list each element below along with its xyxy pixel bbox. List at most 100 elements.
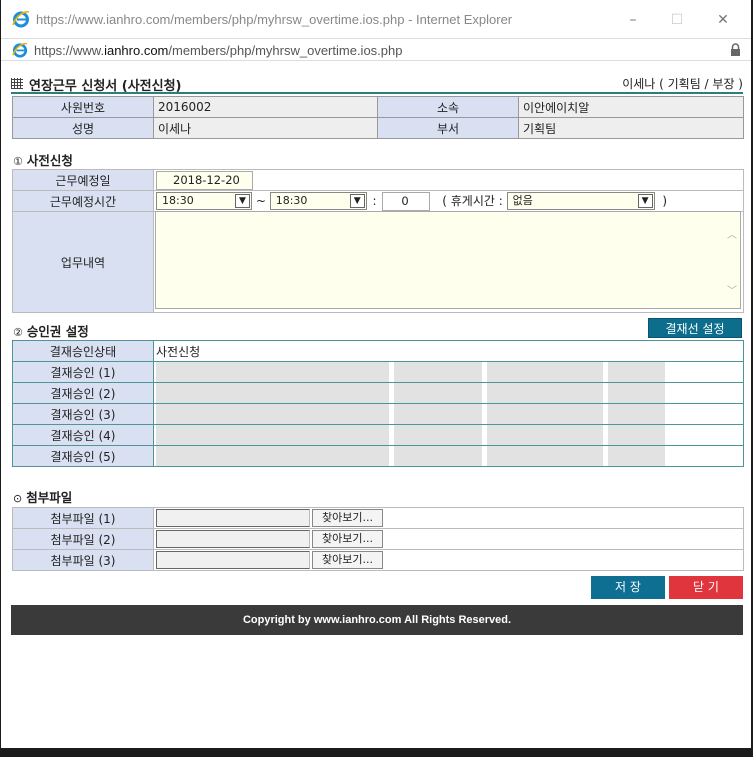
section-title: 첨부파일 — [26, 490, 73, 505]
approver-label: 결재승인 (4) — [12, 424, 154, 446]
approver-name-field — [156, 425, 389, 445]
approver-row: 결재승인 (5) — [12, 445, 744, 467]
user-info: 이세나 ( 기획팀 / 부장 ) — [622, 77, 743, 91]
attachment-row: 첨부파일 (2) 찾아보기... — [12, 528, 744, 550]
approver-date-field — [487, 362, 603, 382]
table-row: 성명 이세나 부서 기획팀 — [12, 117, 744, 139]
page-title: 연장근무 신청서 (사전신청) — [29, 79, 182, 94]
approver-row: 결재승인 (4) — [12, 424, 744, 446]
browser-window: https://www.ianhro.com/members/php/myhrs… — [0, 0, 752, 757]
colon-separator: : — [372, 193, 377, 208]
chevron-down-icon: ▼ — [637, 194, 653, 208]
chevron-down-icon[interactable]: ﹀ — [727, 282, 737, 297]
lock-icon — [731, 43, 740, 56]
approver-row: 결재승인 (1) — [12, 361, 744, 383]
grid-icon — [11, 78, 23, 89]
address-bar[interactable]: https://www.ianhro.com/members/php/myhrs… — [1, 38, 751, 61]
approver-date-field — [487, 425, 603, 445]
file-path-input[interactable] — [156, 551, 310, 569]
browse-button[interactable]: 찾아보기... — [312, 551, 383, 569]
approver-date-field — [487, 404, 603, 424]
break-time-select[interactable]: 없음 ▼ — [506, 192, 655, 210]
start-time-value: 18:30 — [162, 194, 194, 207]
maximize-button[interactable]: ☐ — [667, 10, 687, 30]
attachment-table: 첨부파일 (1) 찾아보기... 첨부파일 (2) 찾아보기... 첨부파일 (… — [12, 507, 744, 571]
approver-position-field — [394, 362, 482, 382]
url-path: /members/php/myhrsw_overtime.ios.php — [168, 43, 403, 58]
file-path-input[interactable] — [156, 530, 310, 548]
attachment-label: 첨부파일 (3) — [12, 549, 154, 571]
table-row: 근무예정일 2018-12-20 — [12, 169, 744, 191]
window-frame: https://www.ianhro.com/members/php/myhrs… — [1, 0, 751, 748]
url-host: ianhro.com — [104, 43, 169, 58]
work-content-textarea[interactable]: ︿ ﹀ — [155, 211, 741, 309]
chevron-up-icon[interactable]: ︿ — [727, 226, 737, 241]
section-advance-request: ① 사전신청 — [13, 150, 73, 169]
attachment-label: 첨부파일 (1) — [12, 507, 154, 529]
approver-row: 결재승인 (2) — [12, 382, 744, 404]
approver-label: 결재승인 (5) — [12, 445, 154, 467]
chevron-down-icon: ▼ — [349, 194, 365, 208]
section-number: ① — [13, 155, 23, 168]
title-bar: https://www.ianhro.com/members/php/myhrs… — [1, 0, 751, 38]
approval-table: 결재승인상태 사전신청 결재승인 (1) 결재승인 (2) 결재승인 (3) 결… — [12, 340, 744, 467]
approver-status-field — [608, 362, 665, 382]
approver-status-field — [608, 425, 665, 445]
approver-name-field — [156, 362, 389, 382]
approver-position-field — [394, 383, 482, 403]
approval-line-button[interactable]: 결재선 설정 — [648, 318, 742, 338]
name-value: 이세나 — [153, 117, 378, 139]
internet-explorer-icon — [12, 11, 30, 28]
team-label: 부서 — [377, 117, 519, 139]
attachment-row: 첨부파일 (1) 찾아보기... — [12, 507, 744, 529]
start-time-select[interactable]: 18:30 ▼ — [156, 192, 252, 210]
approver-status-field — [608, 404, 665, 424]
approval-status-value: 사전신청 — [153, 340, 744, 362]
employee-info-table: 사원번호 2016002 소속 이안에이치알 성명 이세나 부서 기획팀 — [12, 96, 744, 139]
close-button[interactable]: 닫 기 — [669, 576, 743, 599]
table-row: 근무예정시간 18:30 ▼ ~ 18:30 ▼ : 0 ( 휴게시간 : 없음 ▼ … — [12, 190, 744, 212]
approver-name-field — [156, 404, 389, 424]
team-value: 기획팀 — [518, 117, 744, 139]
textarea-scrollbar[interactable]: ︿ ﹀ — [724, 212, 740, 308]
window-title: https://www.ianhro.com/members/php/myhrs… — [36, 12, 513, 27]
approver-label: 결재승인 (1) — [12, 361, 154, 383]
approver-position-field — [394, 446, 482, 466]
browse-button[interactable]: 찾아보기... — [312, 530, 383, 548]
break-time-value: 없음 — [512, 194, 533, 207]
approver-date-field — [487, 383, 603, 403]
copyright-footer: Copyright by www.ianhro.com All Rights R… — [11, 605, 743, 635]
approver-position-field — [394, 425, 482, 445]
approver-label: 결재승인 (2) — [12, 382, 154, 404]
section-title: 사전신청 — [26, 153, 73, 168]
name-label: 성명 — [12, 117, 154, 139]
minutes-input[interactable]: 0 — [382, 191, 431, 211]
file-path-input[interactable] — [156, 509, 310, 527]
approver-status-field — [608, 383, 665, 403]
approval-status-label: 결재승인상태 — [12, 340, 154, 362]
minimize-button[interactable]: – — [623, 10, 643, 30]
emp-no-label: 사원번호 — [12, 96, 154, 118]
dept-label: 소속 — [377, 96, 519, 118]
section-number: ⊙ — [13, 492, 23, 505]
save-button[interactable]: 저 장 — [591, 576, 665, 599]
section-attachments: ⊙ 첨부파일 — [13, 487, 72, 506]
break-time-suffix: ) — [662, 193, 668, 208]
address-url[interactable]: https://www.ianhro.com/members/php/myhrs… — [34, 43, 402, 58]
section-approval: ② 승인권 설정 — [13, 321, 89, 340]
form-header: 연장근무 신청서 (사전신청) 이세나 ( 기획팀 / 부장 ) — [11, 74, 743, 94]
attachment-row: 첨부파일 (3) 찾아보기... — [12, 549, 744, 571]
section-number: ② — [13, 326, 23, 339]
browse-button[interactable]: 찾아보기... — [312, 509, 383, 527]
break-time-prefix: ( 휴게시간 : — [442, 193, 503, 208]
work-date-input[interactable]: 2018-12-20 — [156, 170, 253, 190]
work-date-label: 근무예정일 — [12, 169, 154, 191]
work-content-label: 업무내역 — [12, 211, 154, 313]
end-time-select[interactable]: 18:30 ▼ — [269, 192, 367, 210]
url-prefix: https://www. — [34, 43, 105, 58]
emp-no-value: 2016002 — [153, 96, 378, 118]
work-time-label: 근무예정시간 — [12, 190, 154, 212]
close-window-button[interactable]: ✕ — [713, 10, 733, 30]
approver-name-field — [156, 383, 389, 403]
approver-label: 결재승인 (3) — [12, 403, 154, 425]
